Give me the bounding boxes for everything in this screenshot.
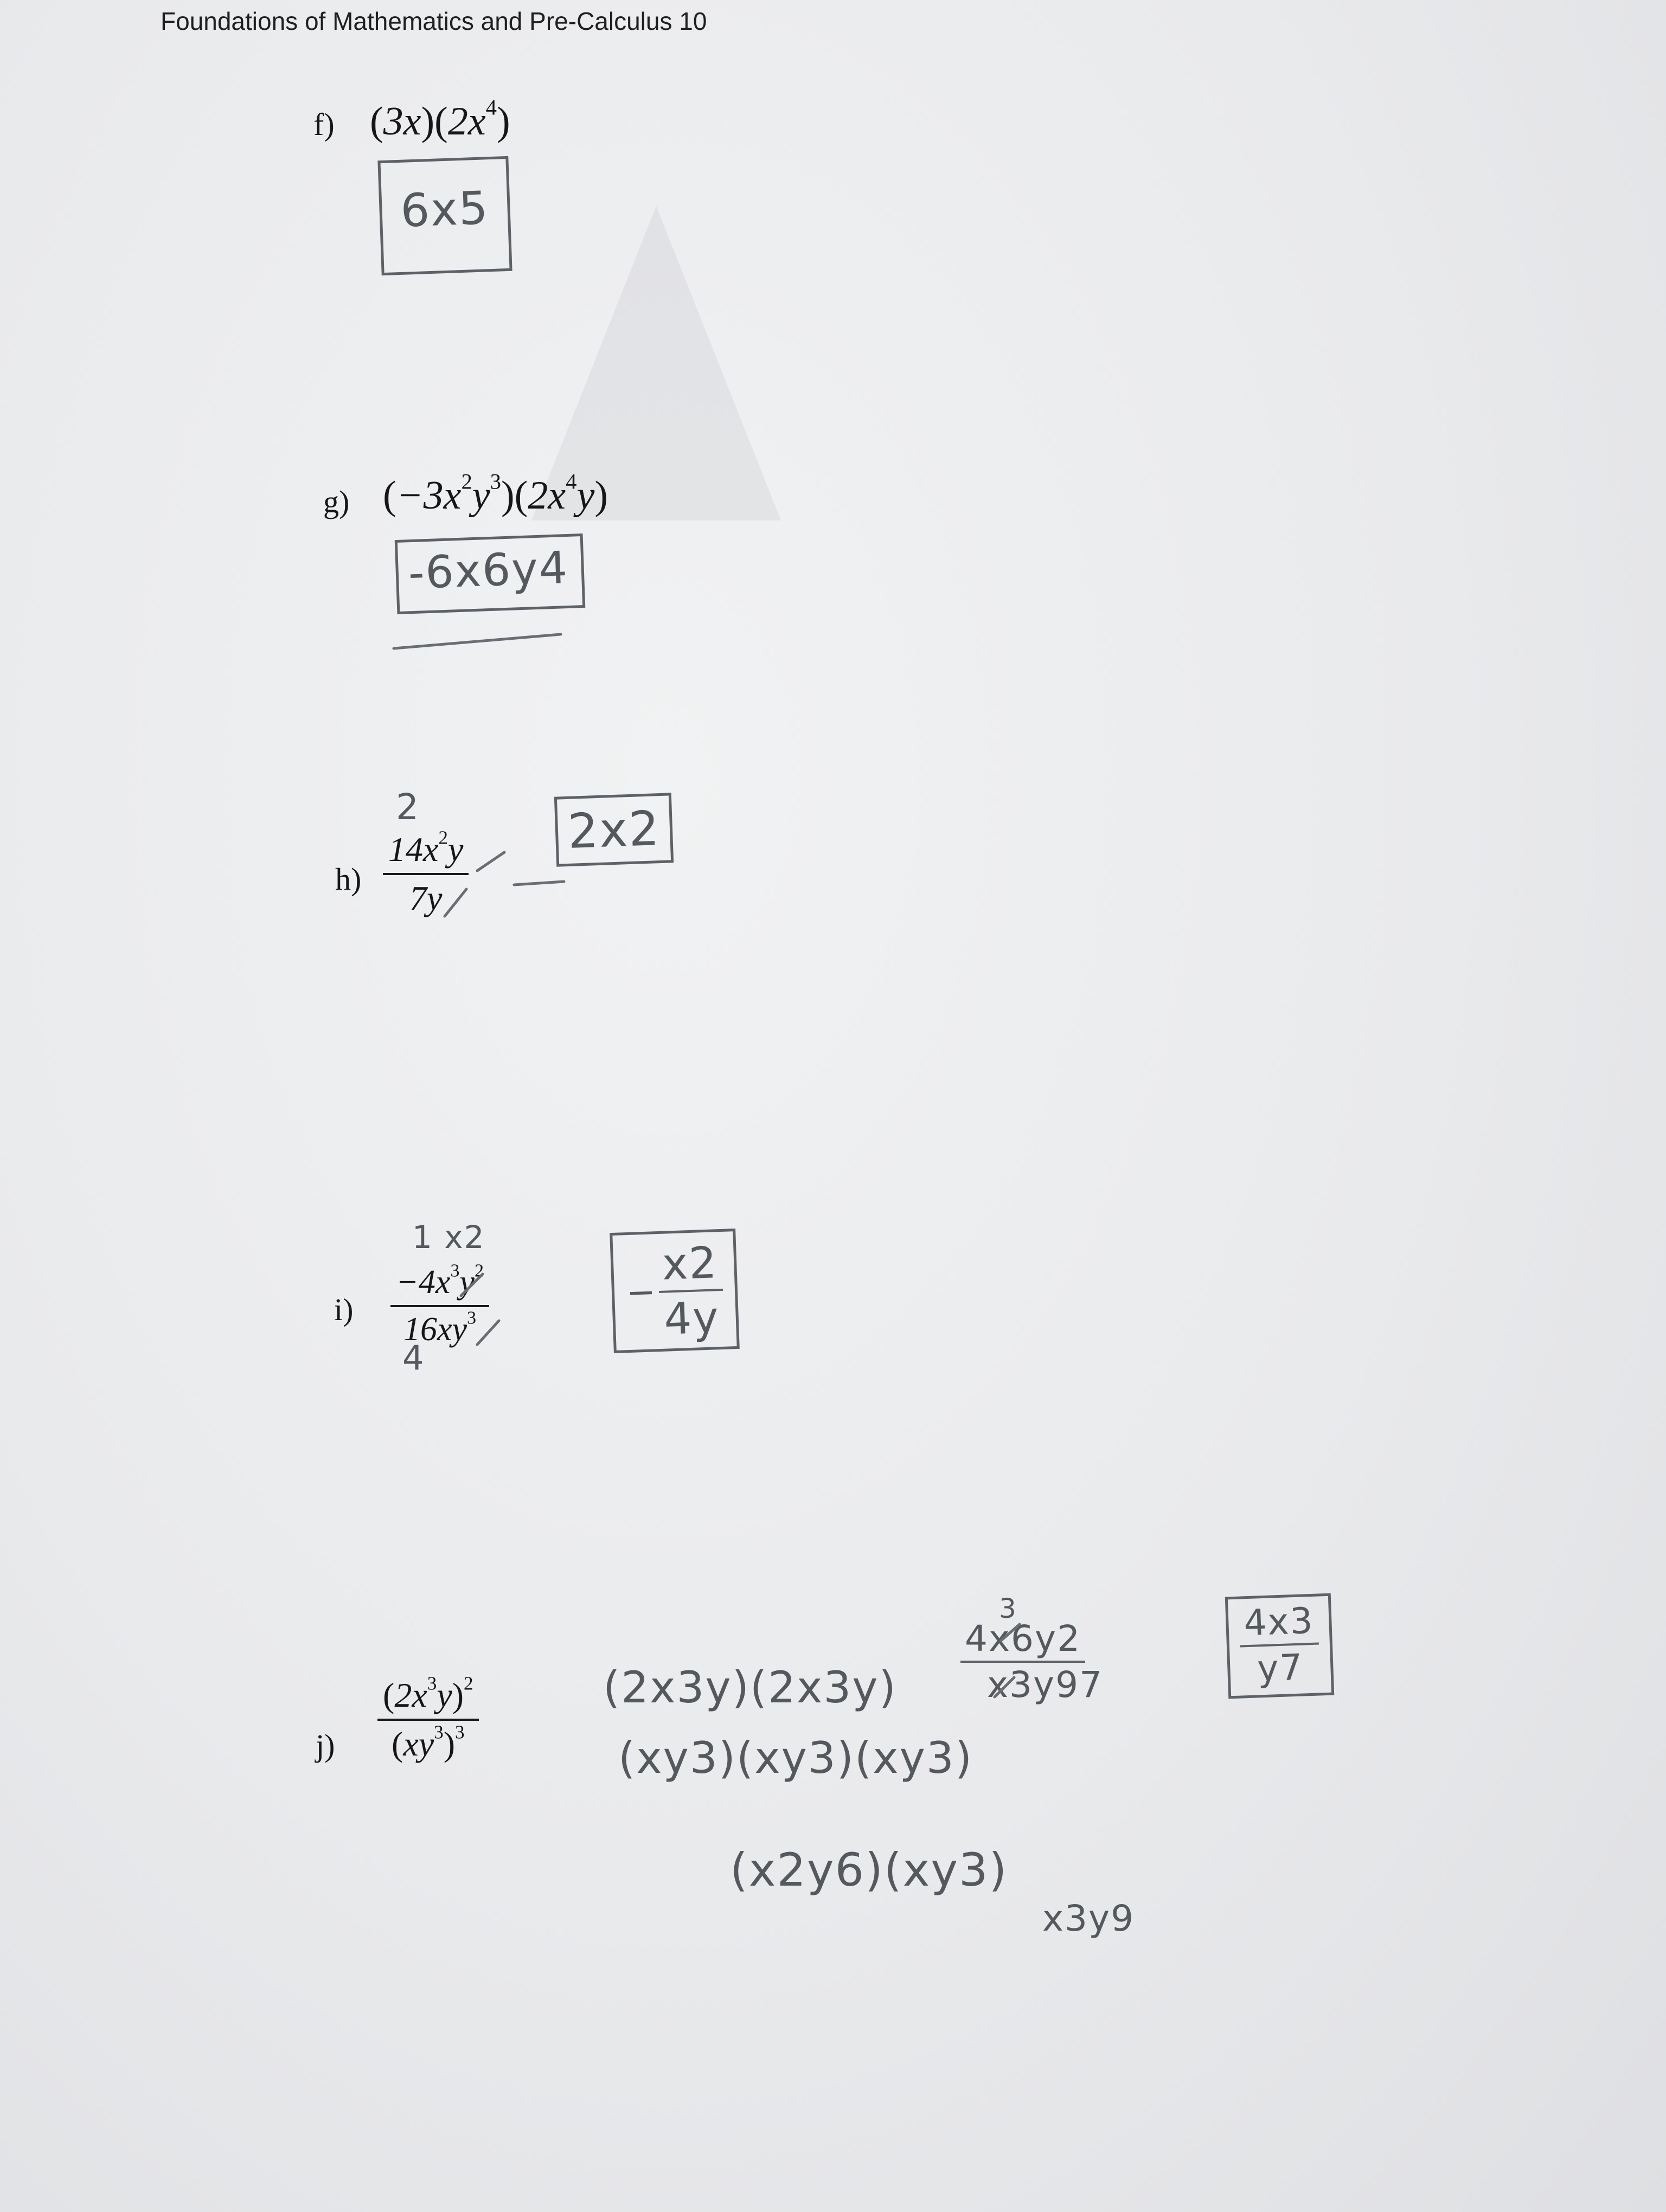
strike-mark	[476, 851, 506, 872]
strike-mark	[999, 1623, 1021, 1642]
strike-mark	[993, 1676, 1016, 1699]
underline-mark	[392, 633, 562, 650]
strike-mark	[459, 1272, 484, 1297]
underline-mark	[512, 880, 566, 886]
strike-mark	[476, 1319, 501, 1346]
strike-mark	[443, 888, 468, 918]
pencil-marks	[392, 633, 1021, 1699]
